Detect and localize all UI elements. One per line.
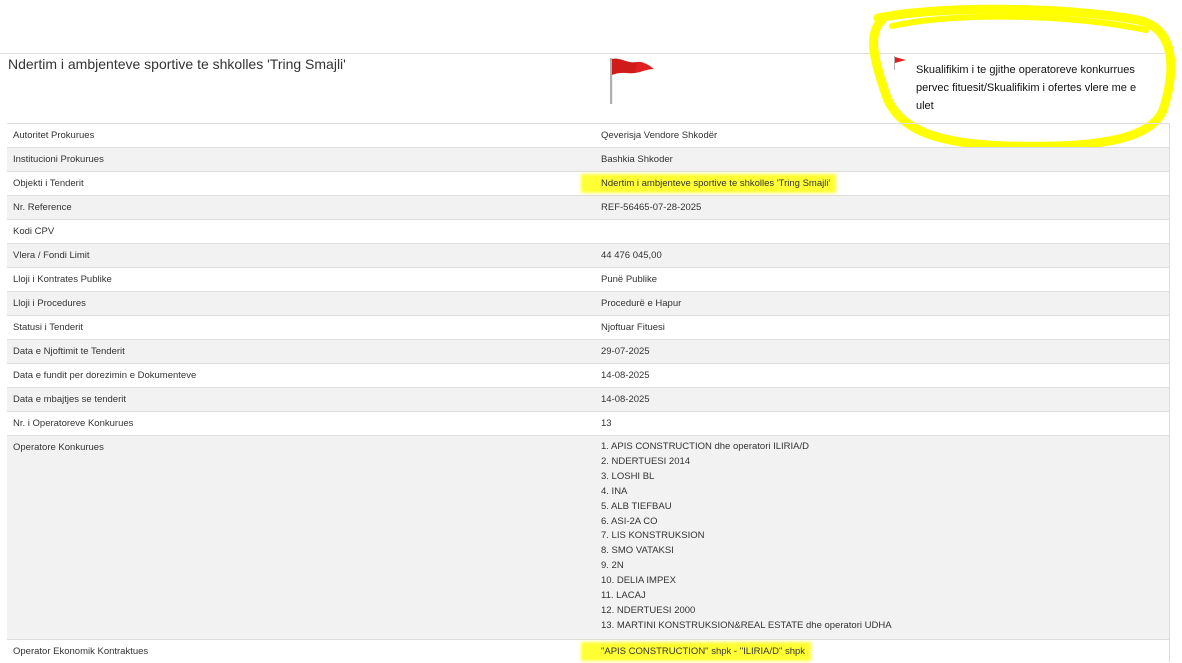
list-item: 13. MARTINI KONSTRUKSION&REAL ESTATE dhe…	[601, 619, 892, 631]
row-label: Data e fundit per dorezimin e Dokumentev…	[7, 363, 587, 388]
row-value: Bashkia Shkoder	[587, 147, 1170, 172]
row-label: Nr. i Operatoreve Konkurues	[7, 411, 587, 436]
table-row: Nr. i Operatoreve Konkurues 13	[7, 411, 1170, 436]
row-value: 14-08-2025	[587, 363, 1170, 388]
row-label: Data e Njoftimit te Tenderit	[7, 339, 587, 364]
table-row: Lloji i Procedures Procedurë e Hapur	[7, 291, 1170, 316]
list-item: 8. SMO VATAKSI	[601, 545, 674, 557]
row-label: Vlera / Fondi Limit	[7, 243, 587, 268]
list-item: 9. 2N	[601, 560, 624, 572]
list-item: 10. DELIA IMPEX	[601, 575, 676, 587]
row-value: 29-07-2025	[587, 339, 1170, 364]
red-flag-icon	[610, 58, 654, 104]
table-row: Vlera / Fondi Limit 44 476 045,00	[7, 243, 1170, 268]
page-title: Ndertim i ambjenteve sportive te shkolle…	[8, 56, 346, 72]
red-flag-icon	[894, 56, 906, 70]
row-value-highlighted: "APIS CONSTRUCTION" shpk - "ILIRIA/D" sh…	[583, 638, 1170, 663]
row-value: REF-56465-07-28-2025	[587, 195, 1170, 220]
row-value: 14-08-2025	[587, 387, 1170, 412]
tender-details-table: Autoritet Prokurues Qeverisja Vendore Sh…	[7, 123, 1170, 663]
row-label: Kodi CPV	[7, 219, 587, 244]
table-row: Statusi i Tenderit Njoftuar Fituesi	[7, 315, 1170, 340]
row-label: Institucioni Prokurues	[7, 147, 587, 172]
row-label: Data e mbajtjes se tenderit	[7, 387, 587, 412]
list-item: 5. ALB TIEFBAU	[601, 500, 672, 512]
row-label: Objekti i Tenderit	[7, 171, 587, 196]
list-item: 1. APIS CONSTRUCTION dhe operatori ILIRI…	[601, 441, 810, 452]
table-row: Data e mbajtjes se tenderit 14-08-2025	[7, 387, 1170, 412]
table-row: Data e fundit per dorezimin e Dokumentev…	[7, 363, 1170, 388]
row-value	[587, 219, 1170, 244]
list-item: 7. LIS KONSTRUKSION	[601, 530, 705, 542]
table-row-operators: Operatore Konkurues 1. APIS CONSTRUCTION…	[7, 435, 1170, 640]
row-label: Autoritet Prokurues	[7, 123, 587, 148]
table-row: Autoritet Prokurues Qeverisja Vendore Sh…	[7, 123, 1170, 148]
list-item: 3. LOSHI BL	[601, 470, 655, 482]
list-item: 12. NDERTUESI 2000	[601, 604, 696, 616]
list-item: 6. ASI-2A CO	[601, 515, 658, 527]
row-value: Procedurë e Hapur	[587, 291, 1170, 316]
row-value: Qeverisja Vendore Shkodër	[587, 123, 1170, 148]
status-note: Skualifikim i te gjithe operatoreve konk…	[916, 64, 1137, 112]
list-item: 11. LACAJ	[601, 590, 646, 602]
table-row: Data e Njoftimit te Tenderit 29-07-2025	[7, 339, 1170, 364]
table-row: Institucioni Prokurues Bashkia Shkoder	[7, 147, 1170, 172]
list-item: 4. INA	[601, 485, 628, 497]
table-right-border	[1169, 123, 1170, 662]
table-row-contractor: Operator Ekonomik Kontraktues "APIS CONS…	[7, 638, 1170, 663]
list-item: 2. NDERTUESI 2014	[601, 455, 691, 467]
row-label: Nr. Reference	[7, 195, 587, 220]
highlighted-text: "APIS CONSTRUCTION" shpk - "ILIRIA/D" sh…	[583, 643, 810, 659]
table-row: Nr. Reference REF-56465-07-28-2025	[7, 195, 1170, 220]
row-label: Lloji i Procedures	[7, 291, 587, 316]
row-label: Statusi i Tenderit	[7, 315, 587, 340]
row-value: 44 476 045,00	[587, 243, 1170, 268]
top-divider	[0, 53, 1170, 54]
row-value-highlighted: Ndertim i ambjenteve sportive te shkolle…	[583, 171, 1170, 196]
row-value: Punë Publike	[587, 267, 1170, 292]
table-row: Lloji i Kontrates Publike Punë Publike	[7, 267, 1170, 292]
row-value: Njoftuar Fituesi	[587, 315, 1170, 340]
row-label: Lloji i Kontrates Publike	[7, 267, 587, 292]
row-label: Operator Ekonomik Kontraktues	[7, 638, 587, 663]
highlighted-text: Ndertim i ambjenteve sportive te shkolle…	[583, 176, 835, 191]
row-value: 13	[587, 411, 1170, 436]
table-row: Objekti i Tenderit Ndertim i ambjenteve …	[7, 171, 1170, 196]
operators-cell: 1. APIS CONSTRUCTION dhe operatori ILIRI…	[587, 435, 1170, 640]
table-row: Kodi CPV	[7, 219, 1170, 244]
row-label: Operatore Konkurues	[7, 435, 587, 640]
operators-list: 1. APIS CONSTRUCTION dhe operatori ILIRI…	[601, 440, 1164, 634]
